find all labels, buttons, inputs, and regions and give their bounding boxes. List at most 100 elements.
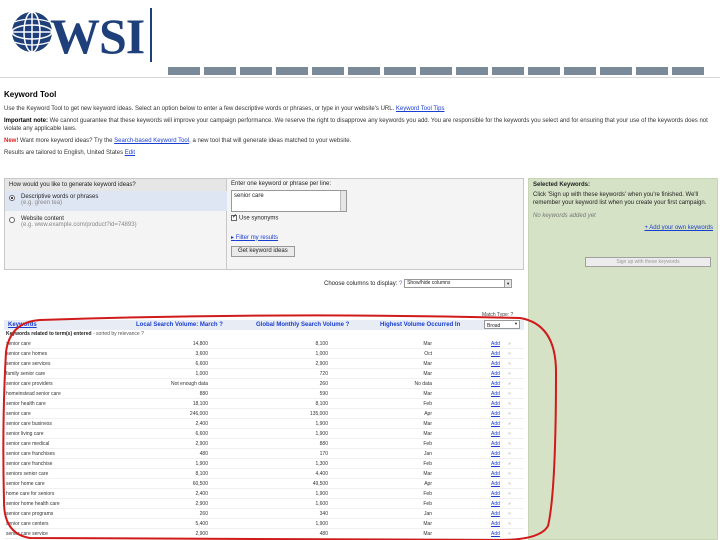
search-based-tool-link[interactable]: Search-based Keyword Tool bbox=[114, 138, 189, 144]
logo-divider bbox=[150, 8, 152, 62]
global-volume-cell: 880 bbox=[319, 441, 328, 447]
add-keyword-link[interactable]: Add bbox=[491, 451, 500, 457]
add-arrows-icon[interactable]: » bbox=[508, 451, 511, 457]
local-volume-cell: 1,000 bbox=[195, 371, 208, 377]
add-keyword-link[interactable]: Add bbox=[491, 411, 500, 417]
add-arrows-icon[interactable]: » bbox=[508, 391, 511, 397]
add-keyword-link[interactable]: Add bbox=[491, 351, 500, 357]
table-row: homeinstead senior care 880 590 Mar Add » bbox=[4, 390, 524, 399]
local-volume-cell: 2,400 bbox=[195, 491, 208, 497]
edit-language-link[interactable]: Edit bbox=[125, 150, 135, 156]
columns-select[interactable]: Show/hide columns ▼ bbox=[404, 279, 513, 288]
page-title: Keyword Tool bbox=[4, 90, 57, 99]
add-keyword-link[interactable]: Add bbox=[491, 341, 500, 347]
global-volume-cell: 1,900 bbox=[315, 421, 328, 427]
keyword-cell: seniors senior care bbox=[6, 471, 49, 477]
table-row: senior living care 6,600 1,900 Mar Add » bbox=[4, 430, 524, 439]
global-volume-cell: 49,500 bbox=[312, 481, 328, 487]
add-keyword-link[interactable]: Add bbox=[491, 361, 500, 367]
filter-results-link[interactable]: ▸ Filter my results bbox=[231, 234, 521, 241]
add-keyword-link[interactable]: Add bbox=[491, 491, 500, 497]
want-more: New! Want more keyword ideas? Try the Se… bbox=[4, 138, 352, 144]
add-arrows-icon[interactable]: » bbox=[508, 531, 511, 537]
highest-volume-cell: No data bbox=[414, 381, 432, 387]
add-arrows-icon[interactable]: » bbox=[508, 501, 511, 507]
add-keyword-link[interactable]: Add bbox=[491, 501, 500, 507]
global-volume-cell: 720 bbox=[319, 371, 328, 377]
table-row: senior care 246,000 135,000 Apr Add » bbox=[4, 410, 524, 419]
help-icon[interactable]: ? bbox=[399, 281, 402, 287]
signup-button[interactable]: Sign up with these keywords bbox=[585, 257, 711, 267]
keyword-form: How would you like to generate keyword i… bbox=[4, 178, 524, 270]
add-keyword-link[interactable]: Add bbox=[491, 381, 500, 387]
col-highest-volume[interactable]: Highest Volume Occurred In bbox=[380, 322, 460, 328]
keyword-cell: senior home health care bbox=[6, 501, 60, 507]
col-global-volume[interactable]: Global Monthly Search Volume ? bbox=[256, 322, 349, 328]
global-volume-cell: 1,600 bbox=[315, 501, 328, 507]
highest-volume-cell: Feb bbox=[423, 461, 432, 467]
add-keyword-link[interactable]: Add bbox=[491, 531, 500, 537]
table-row: senior care service 2,900 480 Mar Add » bbox=[4, 530, 524, 539]
add-keyword-link[interactable]: Add bbox=[491, 391, 500, 397]
add-arrows-icon[interactable]: » bbox=[508, 371, 511, 377]
header: WSI bbox=[0, 0, 720, 68]
add-keyword-link[interactable]: Add bbox=[491, 431, 500, 437]
keyword-cell: senior care bbox=[6, 411, 31, 417]
add-keyword-link[interactable]: Add bbox=[491, 461, 500, 467]
local-volume-cell: 2,900 bbox=[195, 501, 208, 507]
divider bbox=[0, 77, 720, 78]
add-keyword-link[interactable]: Add bbox=[491, 371, 500, 377]
local-volume-cell: 18,100 bbox=[192, 401, 208, 407]
add-keyword-link[interactable]: Add bbox=[491, 401, 500, 407]
add-keyword-link[interactable]: Add bbox=[491, 471, 500, 477]
highest-volume-cell: Mar bbox=[423, 431, 432, 437]
add-arrows-icon[interactable]: » bbox=[508, 431, 511, 437]
global-volume-cell: 170 bbox=[319, 451, 328, 457]
table-row: senior care medical 2,900 880 Feb Add » bbox=[4, 440, 524, 449]
get-keyword-ideas-button[interactable]: Get keyword ideas bbox=[231, 245, 295, 257]
highest-volume-cell: Mar bbox=[423, 341, 432, 347]
textarea-scrollbar[interactable] bbox=[340, 191, 346, 211]
radio-descriptive[interactable] bbox=[9, 195, 15, 201]
keyword-textarea[interactable]: senior care bbox=[231, 190, 347, 212]
highest-volume-cell: Mar bbox=[423, 421, 432, 427]
add-own-keywords-link[interactable]: + Add your own keywords bbox=[529, 225, 717, 231]
add-keyword-link[interactable]: Add bbox=[491, 521, 500, 527]
add-arrows-icon[interactable]: » bbox=[508, 361, 511, 367]
add-arrows-icon[interactable]: » bbox=[508, 511, 511, 517]
add-arrows-icon[interactable]: » bbox=[508, 471, 511, 477]
add-arrows-icon[interactable]: » bbox=[508, 341, 511, 347]
add-arrows-icon[interactable]: » bbox=[508, 351, 511, 357]
keyword-cell: senior care centers bbox=[6, 521, 49, 527]
local-volume-cell: Not enough data bbox=[171, 381, 208, 387]
synonyms-option[interactable]: Use synonyms bbox=[231, 213, 521, 222]
add-arrows-icon[interactable]: » bbox=[508, 481, 511, 487]
option-descriptive-words[interactable]: Descriptive words or phrases (e.g. green… bbox=[5, 191, 227, 211]
col-keywords[interactable]: Keywords bbox=[8, 322, 37, 328]
global-volume-cell: 340 bbox=[319, 511, 328, 517]
tips-link[interactable]: Keyword Tool Tips bbox=[396, 106, 445, 112]
add-arrows-icon[interactable]: » bbox=[508, 491, 511, 497]
add-arrows-icon[interactable]: » bbox=[508, 521, 511, 527]
table-row: senior health care 18,100 8,100 Feb Add » bbox=[4, 400, 524, 409]
radio-website[interactable] bbox=[9, 217, 15, 223]
add-keyword-link[interactable]: Add bbox=[491, 441, 500, 447]
add-arrows-icon[interactable]: » bbox=[508, 411, 511, 417]
add-arrows-icon[interactable]: » bbox=[508, 441, 511, 447]
add-keyword-link[interactable]: Add bbox=[491, 421, 500, 427]
add-keyword-link[interactable]: Add bbox=[491, 481, 500, 487]
option-website-content[interactable]: Website content (e.g. www.example.com/pr… bbox=[5, 213, 227, 233]
add-keyword-link[interactable]: Add bbox=[491, 511, 500, 517]
selected-keywords-title: Selected Keywords: bbox=[533, 182, 591, 188]
wsi-logo: WSI bbox=[8, 6, 168, 64]
synonyms-checkbox[interactable] bbox=[231, 213, 237, 221]
add-arrows-icon[interactable]: » bbox=[508, 461, 511, 467]
add-arrows-icon[interactable]: » bbox=[508, 381, 511, 387]
add-arrows-icon[interactable]: » bbox=[508, 421, 511, 427]
idea-source-question: How would you like to generate keyword i… bbox=[5, 179, 226, 191]
highest-volume-cell: Mar bbox=[423, 371, 432, 377]
col-local-volume[interactable]: Local Search Volume: March ? bbox=[136, 322, 223, 328]
add-arrows-icon[interactable]: » bbox=[508, 401, 511, 407]
match-type-select[interactable]: Broad ▼ bbox=[484, 320, 520, 329]
highest-volume-cell: Feb bbox=[423, 501, 432, 507]
